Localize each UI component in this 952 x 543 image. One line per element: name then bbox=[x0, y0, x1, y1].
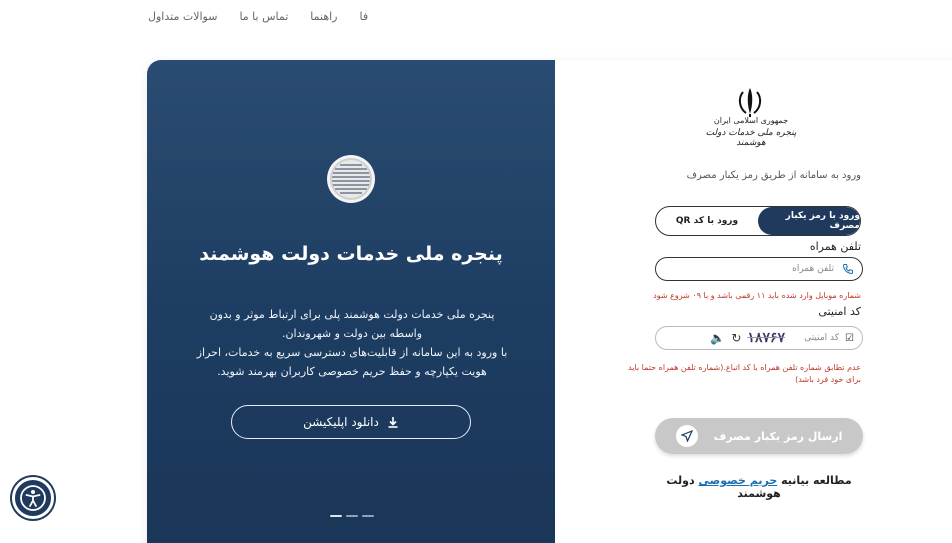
nav-lang[interactable]: فا bbox=[360, 10, 369, 23]
phone-icon bbox=[842, 263, 854, 275]
captcha-field: ☑ ۱۸۷۶۷ ↻ 🔈 bbox=[655, 326, 863, 350]
emblem-caption-2: پنجره ملی خدمات دولت هوشمند bbox=[705, 128, 797, 148]
submit-label: ارسال رمز یکبار مصرف bbox=[713, 429, 843, 443]
privacy-link[interactable]: حریم خصوصی bbox=[698, 474, 777, 487]
checkbox-icon: ☑ bbox=[845, 332, 854, 344]
carousel-dot[interactable] bbox=[346, 515, 358, 517]
login-card: پنجره ملی خدمات دولت هوشمند پنجره ملی خد… bbox=[147, 60, 952, 543]
carousel-dot[interactable] bbox=[362, 515, 374, 517]
download-icon bbox=[388, 417, 398, 428]
phone-error: شماره موبایل وارد شده باید ۱۱ رقمی باشد … bbox=[653, 291, 861, 300]
captcha-input[interactable] bbox=[791, 333, 840, 343]
match-error: عدم تطابق شماره تلفن همراه با کد اتباع.(… bbox=[628, 363, 861, 384]
intro-panel: پنجره ملی خدمات دولت هوشمند پنجره ملی خد… bbox=[147, 60, 555, 543]
intro-title: پنجره ملی خدمات دولت هوشمند bbox=[199, 243, 503, 265]
globe-logo-icon bbox=[327, 155, 375, 203]
send-icon bbox=[675, 425, 698, 447]
intro-description: پنجره ملی خدمات دولت هوشمند پلی برای ارت… bbox=[196, 308, 508, 378]
download-label: دانلود اپلیکیشن bbox=[303, 415, 379, 429]
phone-label: تلفن همراه bbox=[809, 240, 861, 253]
nav-faq[interactable]: سوالات متداول bbox=[148, 10, 217, 23]
captcha-label: کد امنیتی bbox=[818, 305, 861, 318]
login-subtitle: ورود به سامانه از طریق رمز یکبار مصرف bbox=[686, 170, 861, 181]
phone-field[interactable] bbox=[655, 257, 863, 281]
login-method-toggle: ورود با رمز یکبار مصرف ورود با کد QR bbox=[655, 206, 861, 236]
tab-otp-login[interactable]: ورود با رمز یکبار مصرف bbox=[758, 207, 860, 235]
privacy-statement: مطالعه بیانیه حریم خصوصی دولت هوشمند bbox=[666, 474, 852, 500]
download-app-button[interactable]: دانلود اپلیکیشن bbox=[231, 405, 471, 439]
iran-emblem-icon bbox=[738, 88, 762, 117]
nav-contact[interactable]: تماس با ما bbox=[239, 10, 288, 23]
accessibility-icon bbox=[20, 485, 46, 511]
send-otp-button[interactable]: ارسال رمز یکبار مصرف bbox=[655, 418, 863, 454]
audio-icon[interactable]: 🔈 bbox=[710, 331, 725, 345]
nav-guide[interactable]: راهنما bbox=[310, 10, 337, 23]
emblem-caption-1: جمهوری اسلامی ایران bbox=[713, 116, 789, 125]
login-panel: جمهوری اسلامی ایران پنجره ملی خدمات دولت… bbox=[555, 60, 952, 543]
phone-input[interactable] bbox=[664, 264, 834, 274]
accessibility-button[interactable] bbox=[12, 477, 54, 519]
carousel-dot[interactable] bbox=[330, 515, 342, 517]
refresh-icon[interactable]: ↻ bbox=[731, 331, 741, 345]
captcha-image: ۱۸۷۶۷ bbox=[747, 330, 786, 346]
top-nav: فا راهنما تماس با ما سوالات متداول bbox=[148, 10, 368, 23]
tab-qr-login[interactable]: ورود با کد QR bbox=[656, 207, 758, 235]
carousel-indicator bbox=[330, 515, 374, 517]
